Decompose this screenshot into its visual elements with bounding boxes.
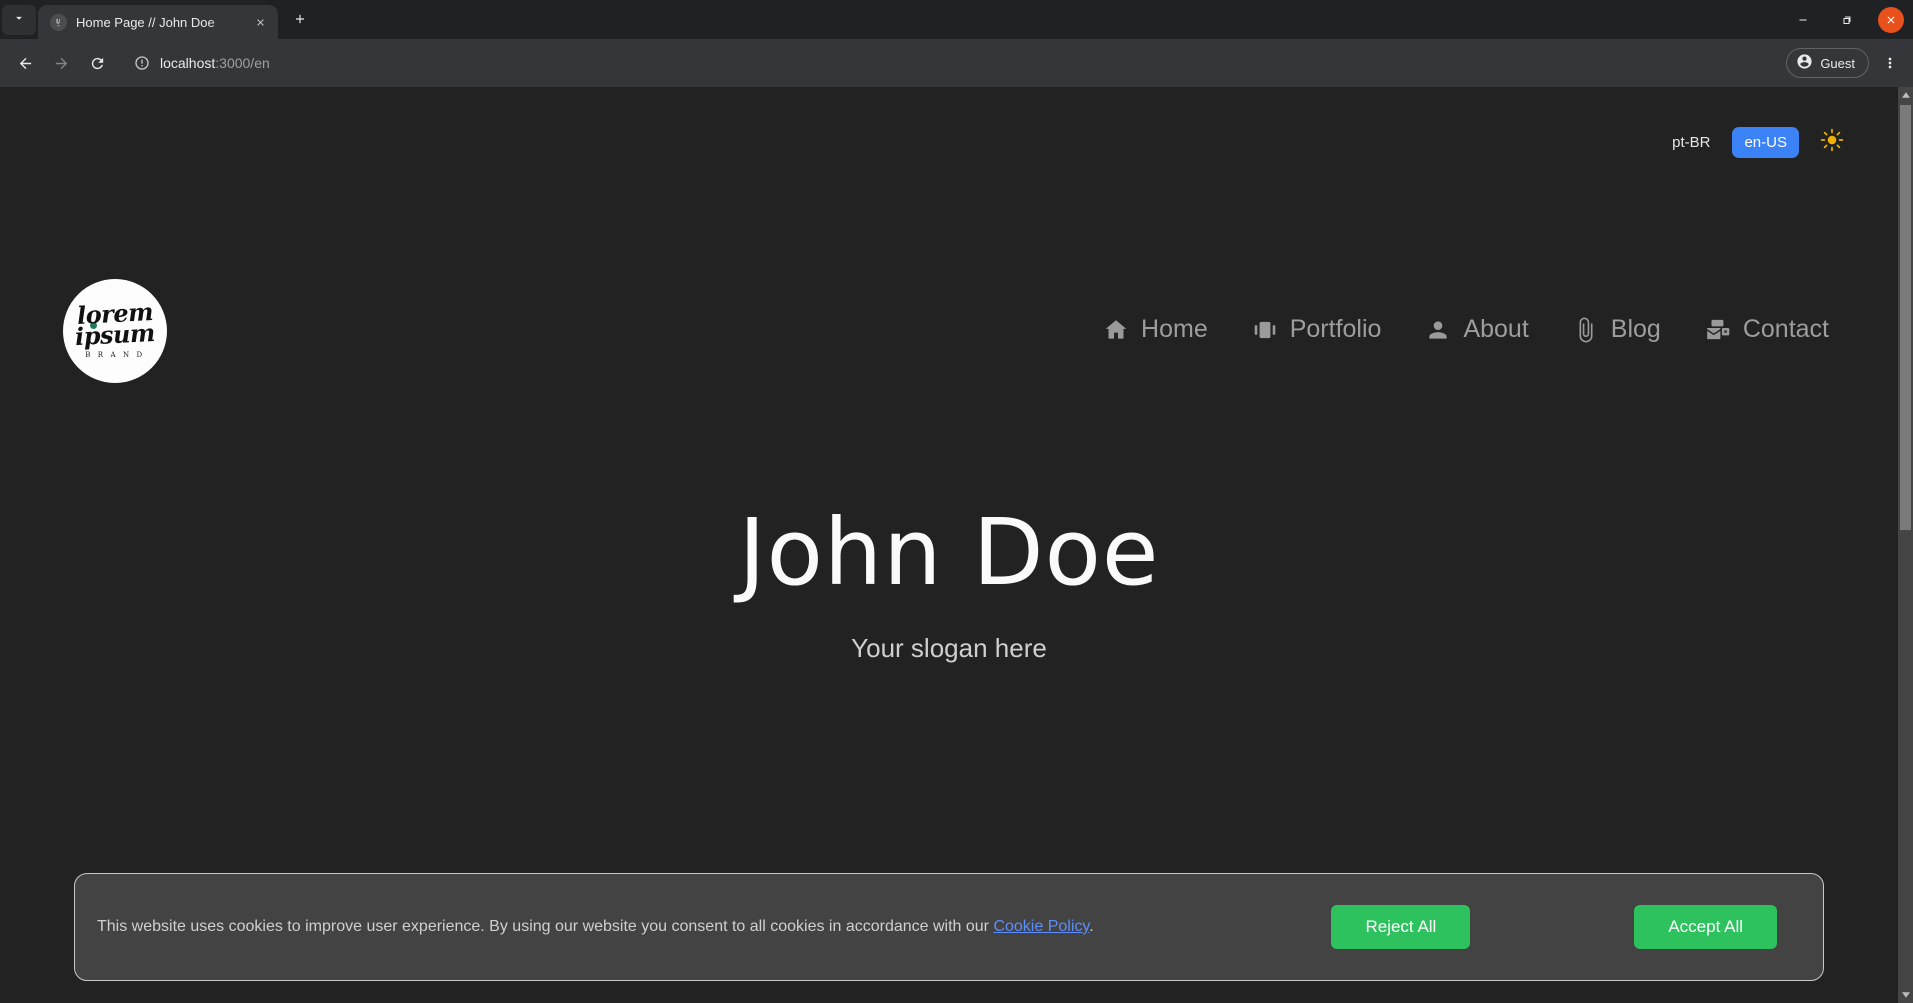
reject-all-button[interactable]: Reject All — [1331, 905, 1471, 949]
nav-label-blog: Blog — [1610, 315, 1661, 343]
home-icon — [1103, 317, 1129, 343]
tab-title: Home Page // John Doe — [76, 14, 215, 30]
nav-item-about[interactable]: About — [1425, 315, 1548, 344]
tab-close-button[interactable] — [250, 12, 270, 32]
account-circle-icon — [1796, 53, 1813, 73]
window-close-button[interactable] — [1869, 0, 1913, 39]
browser-window: Home Page // John Doe localhost:3000/en … — [0, 0, 1913, 1003]
mail-contact-icon — [1705, 317, 1731, 343]
paperclip-icon — [1573, 317, 1599, 343]
cookie-consent-banner: This website uses cookies to improve use… — [74, 873, 1824, 981]
profile-button[interactable]: Guest — [1786, 48, 1869, 78]
scrollbar-down-button[interactable] — [1898, 987, 1913, 1003]
nav-item-home[interactable]: Home — [1103, 315, 1228, 344]
theme-toggle-button[interactable] — [1815, 125, 1849, 159]
web-page: pt-BR en-US lorem ipsum B R A N D Home P… — [0, 87, 1898, 1003]
browser-toolbar: localhost:3000/en Guest — [0, 39, 1913, 87]
arrow-right-icon — [55, 57, 67, 69]
window-controls — [1781, 0, 1913, 39]
tab-strip: Home Page // John Doe — [0, 0, 1913, 39]
tab-search-button[interactable] — [2, 5, 36, 35]
caret-down-icon — [1901, 992, 1910, 998]
accept-all-button[interactable]: Accept All — [1634, 905, 1777, 949]
hero-slogan: Your slogan here — [851, 633, 1047, 663]
cookie-text-after: . — [1089, 918, 1094, 935]
nav-label-home: Home — [1141, 315, 1208, 343]
page-viewport: pt-BR en-US lorem ipsum B R A N D Home P… — [0, 87, 1913, 1003]
plus-icon — [293, 12, 307, 31]
main-navigation: Home Portfolio About Blog Contact — [1103, 315, 1849, 344]
language-switcher: pt-BR en-US — [1660, 125, 1849, 159]
address-bar-url: localhost:3000/en — [160, 55, 270, 71]
back-button[interactable] — [8, 46, 42, 80]
scrollbar-up-button[interactable] — [1898, 87, 1913, 103]
nav-item-blog[interactable]: Blog — [1573, 315, 1681, 344]
maximize-button[interactable] — [1825, 0, 1869, 39]
nav-label-portfolio: Portfolio — [1289, 315, 1382, 343]
cookie-consent-text: This website uses cookies to improve use… — [93, 918, 1317, 936]
close-icon — [1887, 16, 1895, 23]
browser-tab[interactable]: Home Page // John Doe — [38, 5, 278, 39]
nav-item-portfolio[interactable]: Portfolio — [1252, 315, 1402, 344]
profile-label: Guest — [1820, 55, 1855, 71]
lang-option-pt-br[interactable]: pt-BR — [1660, 127, 1722, 158]
url-host: localhost — [160, 55, 216, 71]
minimize-icon — [1799, 19, 1807, 20]
nav-label-about: About — [1463, 315, 1529, 343]
hero-section: John Doe Your slogan here — [0, 507, 1898, 664]
maximize-icon — [1843, 16, 1851, 24]
person-icon — [1425, 317, 1451, 343]
carousel-icon — [1252, 317, 1278, 343]
lang-option-en-us[interactable]: en-US — [1732, 126, 1799, 158]
sun-icon — [1820, 128, 1844, 157]
minimize-button[interactable] — [1781, 0, 1825, 39]
caret-up-icon — [1901, 92, 1910, 98]
page-scrollbar[interactable] — [1898, 87, 1913, 1003]
logo-line-3: B R A N D — [85, 350, 145, 359]
reload-icon — [91, 57, 103, 69]
reload-button[interactable] — [80, 46, 114, 80]
nav-label-contact: Contact — [1742, 315, 1829, 343]
chevron-down-icon — [12, 11, 26, 30]
forward-button[interactable] — [44, 46, 78, 80]
site-favicon — [50, 13, 67, 31]
address-bar[interactable]: localhost:3000/en — [122, 47, 1785, 79]
logo-line-2: ipsum — [74, 317, 156, 351]
info-circle-icon[interactable] — [134, 55, 150, 71]
url-path: :3000/en — [215, 55, 270, 71]
site-logo[interactable]: lorem ipsum B R A N D — [63, 279, 167, 383]
close-icon — [256, 18, 264, 26]
scrollbar-thumb[interactable] — [1900, 105, 1911, 530]
cookie-policy-link[interactable]: Cookie Policy — [993, 918, 1089, 935]
browser-menu-button[interactable] — [1875, 46, 1905, 80]
page-title: John Doe — [738, 499, 1160, 606]
cookie-text-before: This website uses cookies to improve use… — [97, 918, 994, 935]
arrow-left-icon — [19, 57, 31, 69]
kebab-menu-icon — [1888, 57, 1892, 69]
nav-item-contact[interactable]: Contact — [1705, 315, 1849, 344]
new-tab-button[interactable] — [285, 6, 315, 36]
